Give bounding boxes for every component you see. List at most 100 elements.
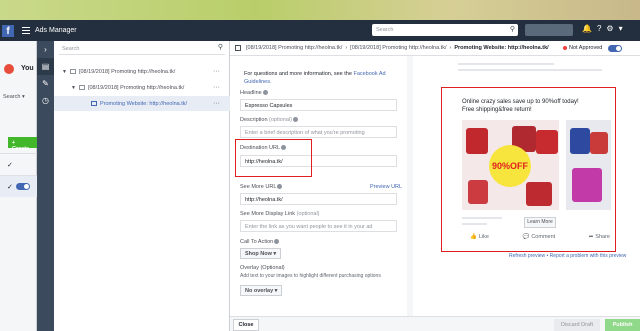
share-action[interactable]: ➦ Share — [589, 234, 610, 240]
refresh-preview-link[interactable]: Refresh preview — [509, 253, 545, 259]
see-more-url-input[interactable]: http://heolna.tk/ — [240, 193, 397, 205]
facebook-logo[interactable]: f — [2, 24, 14, 37]
handbag-image — [466, 128, 488, 154]
left-search-dropdown[interactable]: Search ▾ — [3, 94, 25, 100]
chart-icon[interactable]: ▤ — [37, 58, 54, 75]
breadcrumb-campaign[interactable]: [08/19/2018] Promoting http://heolna.tk/ — [246, 45, 342, 51]
ad-text-line2: Free shipping&free return! — [462, 107, 532, 113]
more-options-icon[interactable]: ··· — [213, 84, 220, 91]
ad-preview-panel: Online crazy sales save up to 90%off tod… — [413, 56, 640, 316]
ad-product-image[interactable]: 90%OFF — [462, 120, 559, 210]
cta-dropdown[interactable]: Shop Now ▾ — [240, 248, 282, 259]
account-side-panel: You Search ▾ + Create ✓ ✓ — [0, 41, 37, 331]
display-link-input[interactable]: Enter the link as you want people to see… — [240, 220, 397, 232]
breadcrumb-adset[interactable]: [08/19/2018] Promoting http://heolna.tk/ — [350, 45, 446, 51]
top-navigation-bar: f Ads Manager Search ⚲ 🔔 ? ⚙ ▾ — [0, 20, 640, 41]
cta-label: Call To Action — [240, 239, 280, 245]
ad-preview-card: Online crazy sales save up to 90%off tod… — [441, 87, 616, 252]
tree-row-adset[interactable]: ▼ [08/19/2018] Promoting http://heolna.t… — [54, 80, 230, 95]
report-problem-link[interactable]: Report a problem with this preview — [550, 253, 627, 259]
expand-icon[interactable]: › — [37, 41, 54, 58]
comment-action[interactable]: 💬 Comment — [522, 234, 555, 240]
pencil-icon[interactable]: ✎ — [37, 75, 54, 92]
preview-url-link[interactable]: Preview URL — [370, 184, 402, 190]
dropdown-icon[interactable]: ▾ — [619, 24, 623, 33]
status-badge: Not Approved — [563, 45, 602, 51]
description-input[interactable]: Enter a brief description of what you're… — [240, 126, 397, 138]
collapse-arrow-icon[interactable]: ▼ — [71, 85, 76, 91]
more-options-icon[interactable]: ··· — [213, 100, 220, 107]
search-icon: ⚲ — [217, 44, 223, 51]
optional-tag: (optional) — [269, 117, 292, 123]
handbag-image — [590, 132, 608, 154]
learn-more-button[interactable]: Learn More — [524, 217, 556, 228]
avatar[interactable] — [4, 64, 14, 74]
status-text: Not Approved — [569, 45, 603, 51]
left-table-row-selected[interactable]: ✓ — [0, 175, 37, 197]
top-search-input[interactable]: Search ⚲ — [372, 24, 518, 36]
campaign-toggle[interactable] — [16, 183, 30, 190]
more-options-icon[interactable]: ··· — [213, 68, 220, 75]
discard-draft-button[interactable]: Discard Draft — [554, 319, 600, 331]
folder-icon — [69, 69, 76, 74]
gear-icon[interactable]: ⚙ — [606, 24, 613, 33]
ad-product-image-secondary[interactable] — [566, 120, 611, 210]
headline-input[interactable]: Espresso Capsules — [240, 99, 397, 111]
hamburger-menu-icon[interactable] — [22, 25, 30, 36]
help-text: For questions and more information, see … — [244, 71, 352, 77]
chevron-down-icon: ▾ — [273, 251, 277, 257]
headline-label: Headline — [240, 90, 268, 96]
tree-search-placeholder: Search — [62, 46, 80, 52]
panel-toggle-icon[interactable] — [235, 45, 241, 51]
campaign-tree-panel: Search ⚲ ▼ [08/19/2018] Promoting http:/… — [54, 41, 230, 331]
info-icon[interactable] — [274, 239, 280, 244]
handbag-image — [536, 130, 558, 154]
handbag-image — [526, 182, 552, 206]
collapse-arrow-icon[interactable]: ▼ — [62, 69, 67, 75]
headline-label-text: Headline — [240, 90, 262, 96]
account-selector[interactable] — [525, 24, 573, 36]
help-icon[interactable]: ? — [597, 24, 601, 33]
create-button[interactable]: + Create — [8, 137, 37, 152]
info-icon[interactable] — [292, 117, 298, 122]
overlay-label: Overlay (Optional) — [240, 265, 285, 271]
left-table-row[interactable]: ✓ — [0, 153, 37, 175]
bell-icon[interactable]: 🔔 — [582, 24, 592, 33]
close-button[interactable]: Close — [233, 319, 259, 331]
tree-row-ad[interactable]: Promoting Website: http://heolna.tk/ ··· — [54, 96, 230, 111]
tree-search-input[interactable]: Search ⚲ — [59, 44, 225, 55]
description-label: Description (optional) — [240, 117, 298, 123]
like-action[interactable]: 👍 Like — [470, 234, 489, 240]
preview-links: Refresh preview • Report a problem with … — [509, 253, 627, 259]
destination-highlight-box — [235, 139, 312, 177]
overlay-dropdown[interactable]: No overlay ▾ — [240, 285, 283, 296]
promo-sticker: 90%OFF — [489, 145, 531, 187]
status-dot-icon — [563, 46, 567, 50]
ad-editor: [08/19/2018] Promoting http://heolna.tk/… — [230, 41, 640, 331]
ad-text-line1: Online crazy sales save up to 90%off tod… — [462, 99, 579, 105]
editor-tool-nav: › ▤ ✎ ◷ — [37, 41, 54, 331]
ad-active-toggle[interactable] — [608, 45, 622, 52]
browser-background-strip — [0, 0, 640, 20]
clock-icon[interactable]: ◷ — [37, 92, 54, 109]
comment-label: Comment — [531, 234, 556, 240]
cta-label-text: Call To Action — [240, 239, 274, 245]
tree-row-label: Promoting Website: http://heolna.tk/ — [100, 100, 188, 107]
overlay-help: Add text to your images to highlight dif… — [240, 273, 381, 279]
info-icon[interactable] — [262, 90, 268, 95]
top-search-placeholder: Search — [376, 27, 394, 33]
cta-value: Shop Now — [245, 251, 272, 257]
create-label: Create — [12, 146, 30, 152]
thumbs-up-icon: 👍 — [470, 234, 477, 240]
breadcrumb-separator: › — [449, 45, 452, 51]
editor-breadcrumb: [08/19/2018] Promoting http://heolna.tk/… — [230, 41, 640, 56]
publish-button[interactable]: Publish — [605, 319, 640, 331]
tree-row-campaign[interactable]: ▼ [08/19/2018] Promoting http://heolna.t… — [54, 64, 230, 79]
app-title[interactable]: Ads Manager — [35, 27, 77, 34]
info-icon[interactable] — [277, 184, 283, 189]
guidelines-help: For questions and more information, see … — [244, 71, 392, 86]
ad-form: For questions and more information, see … — [230, 56, 407, 316]
overlay-value: No overlay — [245, 288, 274, 294]
tree-row-label: [08/19/2018] Promoting http://heolna.tk/ — [78, 68, 176, 75]
breadcrumb-separator: › — [345, 45, 348, 51]
